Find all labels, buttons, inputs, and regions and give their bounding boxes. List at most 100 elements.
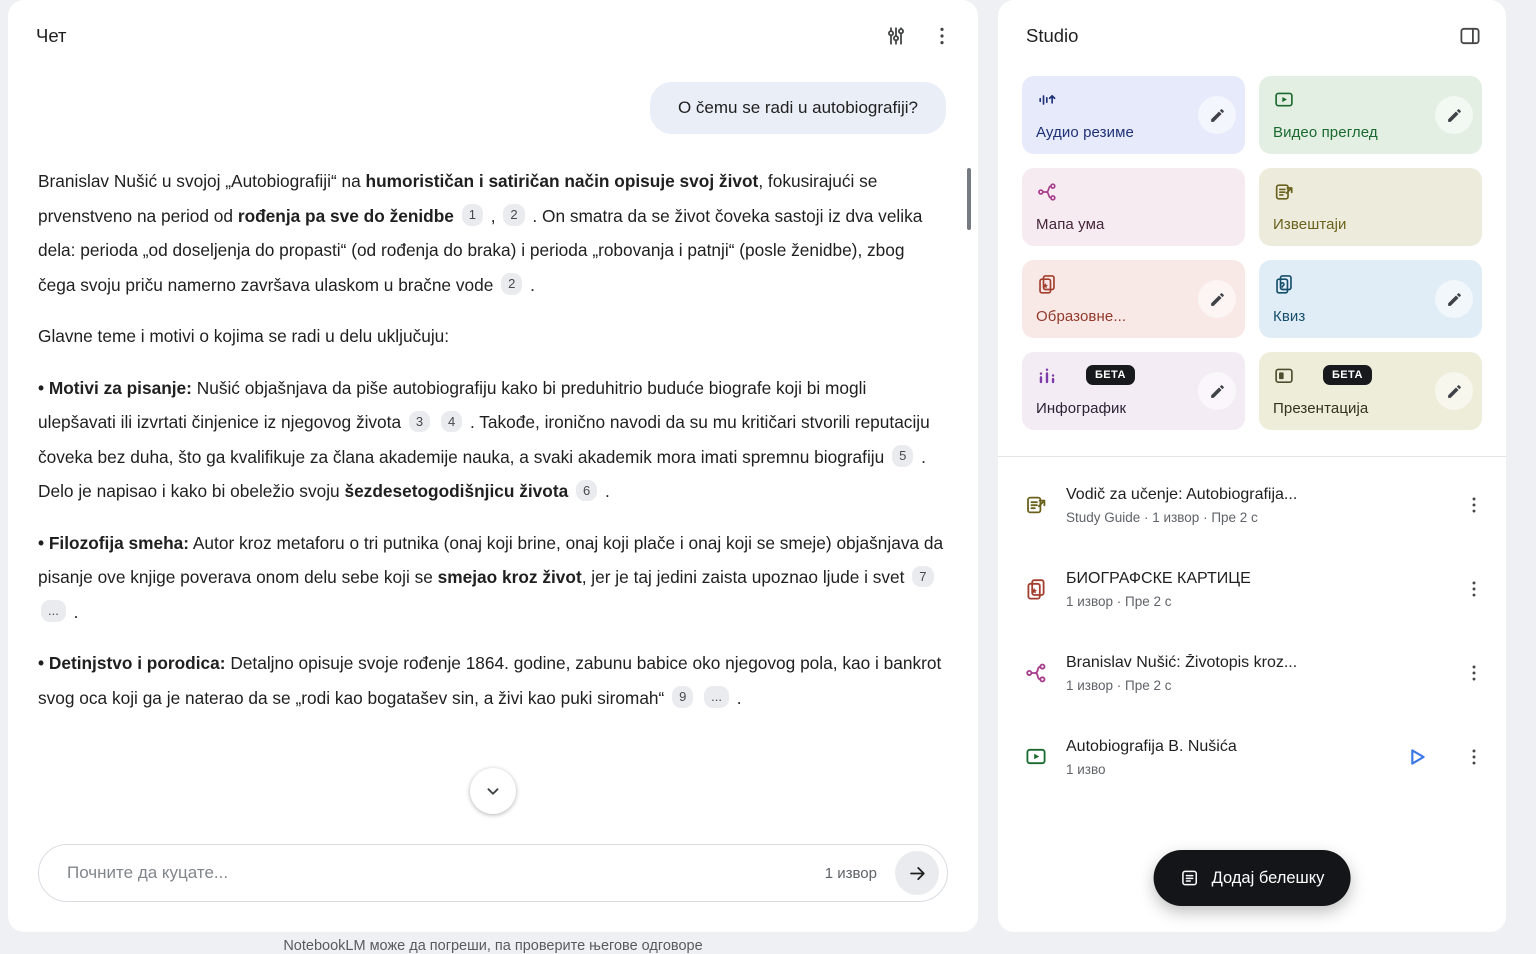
presentation-slide-icon (1273, 365, 1295, 387)
response-text (433, 412, 438, 432)
chat-title: Чет (36, 25, 870, 47)
chat-response: Branislav Nušić u svojoj „Autobiografiji… (38, 164, 944, 715)
response-paragraph: Glavne teme i motivi o kojima se radi u … (38, 319, 944, 354)
response-text: • Filozofija smeha: (38, 533, 189, 553)
mind-map-icon (1036, 181, 1058, 203)
edit-quiz-button[interactable] (1435, 280, 1473, 318)
studio-panel-toggle-button[interactable] (1450, 16, 1490, 56)
citation-chip[interactable]: 9 (672, 686, 693, 708)
pencil-icon (1209, 291, 1226, 308)
item-menu-button[interactable] (1454, 653, 1494, 693)
item-subtitle: 1 извор · Пре 2 с (1066, 678, 1436, 693)
studio-card-mind-map[interactable]: Мапа ума (1022, 168, 1245, 246)
response-text: . (600, 481, 610, 501)
studio-card-reports[interactable]: Извештаји (1259, 168, 1482, 246)
studio-item-flashcards[interactable]: БИОГРАФСКЕ КАРТИЦЕ1 извор · Пре 2 с (1024, 547, 1494, 631)
studio-item-study-guide[interactable]: Vodič za učenje: Autobiografija...Study … (1024, 463, 1494, 547)
response-paragraph: Branislav Nušić u svojoj „Autobiografiji… (38, 164, 944, 302)
response-text: Branislav Nušić u svojoj „Autobiografiji… (38, 171, 366, 191)
citation-chip[interactable]: ... (41, 600, 66, 622)
studio-header: Studio (998, 0, 1506, 64)
studio-card-presentation[interactable]: БЕТАПрезентација (1259, 352, 1482, 430)
response-text: • Motivi za pisanje: (38, 378, 192, 398)
item-text: Vodič za učenje: Autobiografija...Study … (1066, 486, 1436, 525)
play-button[interactable] (1396, 737, 1436, 777)
studio-cards: Аудио резимеВидео преглед Мапа ума Извешта… (998, 64, 1506, 456)
citation-chip[interactable]: 2 (501, 273, 522, 295)
citation-chip[interactable]: 3 (409, 411, 430, 433)
chat-input-bar: 1 извор (38, 844, 948, 902)
item-menu-button[interactable] (1454, 569, 1494, 609)
studio-card-infographic[interactable]: БЕТАИнфографик (1022, 352, 1245, 430)
chat-messages: O čemu se radi u autobiografiji? Branisl… (8, 64, 978, 715)
more-vert-icon (1463, 494, 1485, 516)
response-text: smejao kroz život (438, 567, 582, 587)
pencil-icon (1446, 383, 1463, 400)
tune-icon (884, 24, 908, 48)
infographic-bars-icon (1036, 365, 1058, 387)
chat-scrollbar[interactable] (967, 168, 971, 230)
studio-title: Studio (1026, 25, 1444, 47)
response-text: , (486, 206, 500, 226)
source-count: 1 извор (825, 865, 877, 882)
more-vert-icon (1463, 578, 1485, 600)
add-note-icon (1180, 868, 1200, 888)
item-menu-button[interactable] (1454, 485, 1494, 525)
citation-chip[interactable]: 1 (462, 204, 483, 226)
citation-chip[interactable]: 5 (892, 445, 913, 467)
edit-video-overview-button[interactable] (1435, 96, 1473, 134)
chat-settings-button[interactable] (876, 16, 916, 56)
card-label: Извештаји (1273, 216, 1468, 233)
response-text: humorističan i satiričan način opisuje s… (366, 171, 759, 191)
scroll-down-button[interactable] (470, 768, 516, 814)
item-title: Autobiografija B. Nušića (1066, 738, 1378, 756)
pencil-icon (1446, 291, 1463, 308)
response-text: • Detinjstvo i porodica: (38, 653, 226, 673)
edit-presentation-button[interactable] (1435, 372, 1473, 410)
response-text: , jer je taj jedini zaista upoznao ljude… (582, 567, 910, 587)
video-play-icon (1273, 89, 1295, 111)
response-text (568, 481, 573, 501)
studio-card-quiz[interactable]: Квиз (1259, 260, 1482, 338)
studio-list: Vodič za učenje: Autobiografija...Study … (998, 457, 1506, 799)
citation-chip[interactable]: 6 (576, 480, 597, 502)
more-vert-icon (930, 24, 954, 48)
video-play-icon (1024, 745, 1048, 769)
edit-flashcards-button[interactable] (1198, 280, 1236, 318)
pencil-icon (1446, 107, 1463, 124)
chat-input[interactable] (67, 863, 813, 883)
response-paragraph: • Filozofija smeha: Autor kroz metaforu … (38, 526, 944, 630)
mind-map-icon (1024, 661, 1048, 685)
studio-card-video-overview[interactable]: Видео преглед (1259, 76, 1482, 154)
play-icon (1403, 744, 1429, 770)
item-menu-button[interactable] (1454, 737, 1494, 777)
add-note-toast[interactable]: Додај белешку (1154, 850, 1351, 906)
chat-menu-button[interactable] (922, 16, 962, 56)
studio-card-audio-overview[interactable]: Аудио резиме (1022, 76, 1245, 154)
item-title: Branislav Nušić: Životopis kroz... (1066, 654, 1436, 672)
edit-infographic-button[interactable] (1198, 372, 1236, 410)
response-text: . (69, 602, 79, 622)
citation-chip[interactable]: ... (704, 686, 729, 708)
item-subtitle: Study Guide · 1 извор · Пре 2 с (1066, 510, 1436, 525)
studio-item-audio-playable[interactable]: Autobiografija B. Nušića1 изво (1024, 715, 1494, 799)
card-label: Мапа ума (1036, 216, 1231, 233)
chat-panel: Чет O čemu se radi u autobiografiji? Bra… (8, 0, 978, 932)
studio-item-mind-map[interactable]: Branislav Nušić: Životopis kroz... 1 изво… (1024, 631, 1494, 715)
pencil-icon (1209, 383, 1226, 400)
notebooklm-app: Чет O čemu se radi u autobiografiji? Bra… (8, 0, 1506, 932)
beta-badge: БЕТА (1323, 365, 1372, 385)
edit-audio-overview-button[interactable] (1198, 96, 1236, 134)
studio-panel: Studio Аудио резимеВидео преглед Мапа ума… (998, 0, 1506, 932)
report-doc-icon (1273, 181, 1295, 203)
send-button[interactable] (895, 851, 939, 895)
response-text: . (525, 275, 535, 295)
citation-chip[interactable]: 7 (912, 566, 933, 588)
citation-chip[interactable]: 4 (441, 411, 462, 433)
studio-card-flashcards[interactable]: Образовне... (1022, 260, 1245, 338)
response-paragraph: • Detinjstvo i porodica: Detaljno opisuj… (38, 646, 944, 715)
chat-header: Чет (8, 0, 978, 64)
pencil-icon (1209, 107, 1226, 124)
citation-chip[interactable]: 2 (503, 204, 524, 226)
chevron-down-icon (482, 780, 504, 802)
